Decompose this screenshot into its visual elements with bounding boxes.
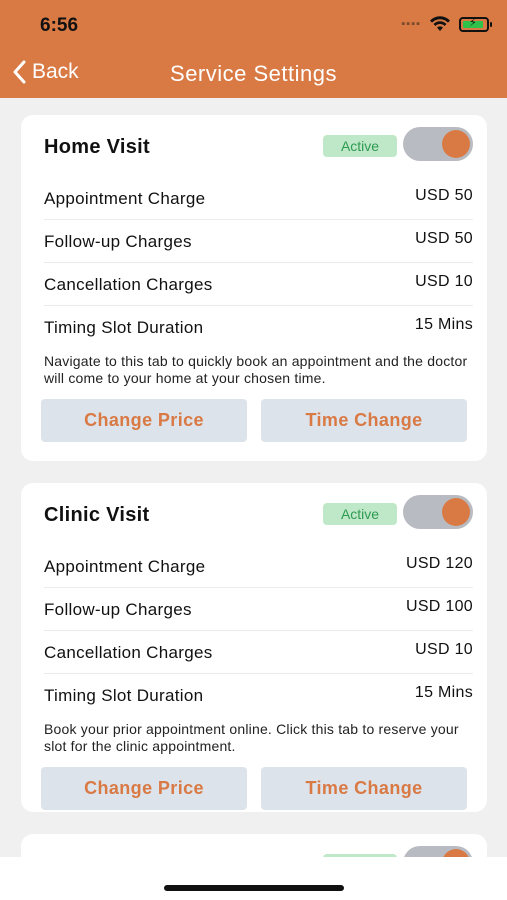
card-header: Home Visit Active: [21, 115, 487, 177]
charge-row: Appointment Charge USD 120: [44, 545, 473, 588]
home-indicator[interactable]: [164, 885, 344, 891]
button-row: Change Price Time Change: [21, 387, 487, 453]
row-label: Timing Slot Duration: [44, 686, 204, 705]
row-label: Appointment Charge: [44, 557, 206, 576]
charge-row: Timing Slot Duration 15 Mins: [44, 674, 473, 717]
charge-row: Follow-up Charges USD 100: [44, 588, 473, 631]
page-title: Service Settings: [170, 61, 337, 86]
service-description: Navigate to this tab to quickly book an …: [44, 353, 468, 386]
status-icons: ▪▪▪▪ ⚡: [401, 16, 492, 32]
signal-icon: ▪▪▪▪: [401, 18, 421, 30]
service-card-clinic-visit: Clinic Visit Active Appointment Charge U…: [21, 483, 487, 812]
wifi-icon: [430, 16, 450, 31]
active-toggle[interactable]: [403, 127, 473, 161]
battery-icon: ⚡: [459, 16, 492, 32]
time-change-button[interactable]: Time Change: [261, 399, 467, 442]
row-value: USD 10: [415, 273, 473, 290]
row-label: Follow-up Charges: [44, 232, 192, 251]
row-value: USD 50: [415, 187, 473, 204]
service-description: Book your prior appointment online. Clic…: [44, 721, 459, 754]
charge-row: Cancellation Charges USD 10: [44, 263, 473, 306]
card-title: Clinic Visit: [44, 504, 150, 526]
button-row: Change Price Time Change: [21, 755, 487, 821]
charge-row: Appointment Charge USD 50: [44, 177, 473, 220]
row-label: Timing Slot Duration: [44, 318, 204, 337]
row-value: 15 Mins: [414, 316, 473, 333]
row-label: Appointment Charge: [44, 189, 206, 208]
change-price-button[interactable]: Change Price: [41, 399, 247, 442]
status-badge: Active: [323, 135, 397, 157]
row-value: USD 100: [405, 598, 473, 615]
charge-row: Cancellation Charges USD 10: [44, 631, 473, 674]
row-label: Cancellation Charges: [44, 643, 213, 662]
charge-row: Follow-up Charges USD 50: [44, 220, 473, 263]
status-time: 6:56: [40, 15, 79, 36]
toggle-knob: [442, 498, 470, 526]
charge-row: Timing Slot Duration 15 Mins: [44, 306, 473, 349]
status-badge: Active: [323, 503, 397, 525]
row-value: USD 10: [415, 641, 473, 658]
change-price-button[interactable]: Change Price: [41, 767, 247, 810]
row-value: USD 50: [415, 230, 473, 247]
service-card-home-visit: Home Visit Active Appointment Charge USD…: [21, 115, 487, 461]
row-value: USD 120: [405, 555, 473, 572]
time-change-button[interactable]: Time Change: [261, 767, 467, 810]
row-label: Cancellation Charges: [44, 275, 213, 294]
active-toggle[interactable]: [403, 495, 473, 529]
row-value: 15 Mins: [414, 684, 473, 701]
row-label: Follow-up Charges: [44, 600, 192, 619]
toggle-knob: [442, 130, 470, 158]
bottom-safe-area: [0, 857, 507, 900]
app-header: 6:56 ▪▪▪▪ ⚡ Back Service Settings: [0, 0, 507, 98]
card-title: Home Visit: [44, 136, 150, 158]
card-header: Clinic Visit Active: [21, 483, 487, 545]
